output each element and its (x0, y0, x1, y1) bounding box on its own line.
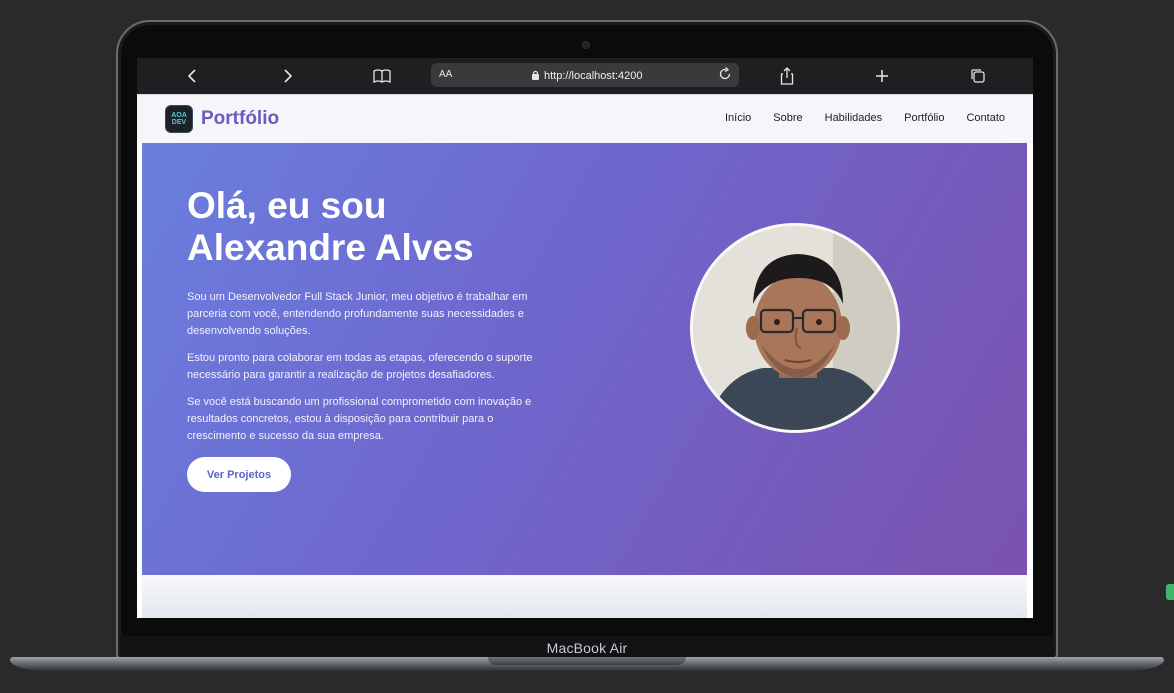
hero-paragraph-2: Estou pronto para colaborar em todas as … (187, 352, 533, 381)
next-section (142, 575, 1027, 618)
tabs-icon[interactable] (966, 64, 990, 88)
logo-text-bottom: DEV (171, 119, 187, 126)
book-icon[interactable] (370, 64, 394, 88)
text-size-button[interactable]: AA (439, 69, 452, 80)
side-handle[interactable] (1166, 584, 1174, 600)
laptop-mockup: AA http://localhost:4200 AOA DEV Portfól… (0, 0, 1174, 693)
nav-link-inicio[interactable]: Início (725, 112, 751, 124)
main-nav: Início Sobre Habilidades Portfólio Conta… (725, 112, 1005, 124)
lock-icon (531, 67, 540, 85)
hero-title-line1: Olá, eu sou (187, 185, 387, 226)
chevron-left-icon[interactable] (180, 64, 204, 88)
url-text: http://localhost:4200 (544, 70, 643, 82)
plus-icon[interactable] (870, 64, 894, 88)
hero-paragraph-1: Sou um Desenvolvedor Full Stack Junior, … (187, 291, 528, 337)
device-label: MacBook Air (546, 640, 628, 656)
site-header: AOA DEV Portfólio Início Sobre Habilidad… (137, 94, 1033, 143)
laptop-notch (488, 657, 686, 665)
hero-title-line2: Alexandre Alves (187, 227, 474, 268)
reload-icon[interactable] (717, 66, 733, 87)
browser-toolbar: AA http://localhost:4200 (137, 58, 1033, 94)
browser-screen: AA http://localhost:4200 AOA DEV Portfól… (137, 58, 1033, 618)
camera (583, 42, 589, 48)
view-projects-button[interactable]: Ver Projetos (187, 457, 291, 492)
hero-title: Olá, eu sou Alexandre Alves (187, 185, 607, 269)
chevron-right-icon[interactable] (276, 64, 300, 88)
share-icon[interactable] (775, 64, 799, 88)
nav-link-sobre[interactable]: Sobre (773, 112, 802, 124)
logo-text-top: AOA (171, 112, 187, 119)
nav-link-habilidades[interactable]: Habilidades (825, 112, 882, 124)
address-bar[interactable]: AA http://localhost:4200 (431, 63, 739, 87)
brand-title[interactable]: Portfólio (201, 108, 279, 130)
hero-paragraph-3: Se você está buscando um profissional co… (187, 396, 532, 442)
nav-link-contato[interactable]: Contato (966, 112, 1005, 124)
profile-photo (690, 223, 900, 433)
nav-link-portfolio[interactable]: Portfólio (904, 112, 944, 124)
site-logo[interactable]: AOA DEV (165, 105, 193, 133)
hero-section: Olá, eu sou Alexandre Alves Sou um Desen… (142, 143, 1027, 575)
